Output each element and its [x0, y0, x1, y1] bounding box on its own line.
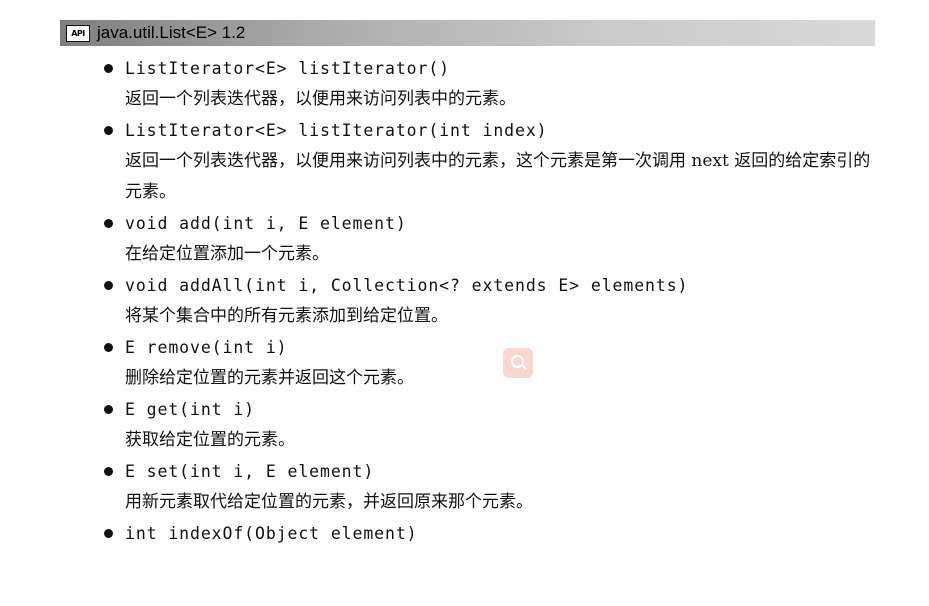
api-method-list: ListIterator<E> listIterator() 返回一个列表迭代器…: [0, 53, 929, 549]
api-header: API java.util.List<E> 1.2: [60, 20, 875, 46]
api-badge: API: [66, 24, 90, 42]
bullet-icon: [104, 467, 113, 476]
bullet-icon: [104, 126, 113, 135]
bullet-icon: [104, 281, 113, 290]
method-description: 获取给定位置的元素。: [125, 430, 295, 450]
method-description: 返回一个列表迭代器，以便用来访问列表中的元素，这个元素是第一次调用 next 返…: [125, 151, 871, 202]
method-entry: E get(int i) 获取给定位置的元素。: [0, 394, 929, 456]
bullet-icon: [104, 405, 113, 414]
bullet-icon: [104, 64, 113, 73]
method-signature: E remove(int i): [125, 338, 288, 357]
method-entry: E remove(int i) 删除给定位置的元素并返回这个元素。: [0, 332, 929, 394]
method-signature: E get(int i): [125, 400, 256, 419]
method-description: 返回一个列表迭代器，以便用来访问列表中的元素。: [125, 89, 516, 109]
search-icon: [503, 348, 533, 378]
method-signature: int indexOf(Object element): [125, 524, 418, 543]
bullet-icon: [104, 219, 113, 228]
method-signature: ListIterator<E> listIterator(): [125, 59, 451, 78]
method-entry: void add(int i, E element) 在给定位置添加一个元素。: [0, 208, 929, 270]
method-signature: E set(int i, E element): [125, 462, 375, 481]
api-title: java.util.List<E> 1.2: [97, 23, 246, 42]
method-entry: void addAll(int i, Collection<? extends …: [0, 270, 929, 332]
method-entry: E set(int i, E element) 用新元素取代给定位置的元素，并返…: [0, 456, 929, 518]
bullet-icon: [104, 343, 113, 352]
method-signature: ListIterator<E> listIterator(int index): [125, 121, 548, 140]
method-signature: void addAll(int i, Collection<? extends …: [125, 276, 689, 295]
method-signature: void add(int i, E element): [125, 214, 407, 233]
method-entry: int indexOf(Object element): [0, 518, 929, 549]
method-description: 将某个集合中的所有元素添加到给定位置。: [125, 306, 448, 326]
method-entry: ListIterator<E> listIterator() 返回一个列表迭代器…: [0, 53, 929, 115]
method-entry: ListIterator<E> listIterator(int index) …: [0, 115, 929, 208]
method-description: 用新元素取代给定位置的元素，并返回原来那个元素。: [125, 492, 533, 512]
bullet-icon: [104, 529, 113, 538]
method-description: 在给定位置添加一个元素。: [125, 244, 329, 264]
